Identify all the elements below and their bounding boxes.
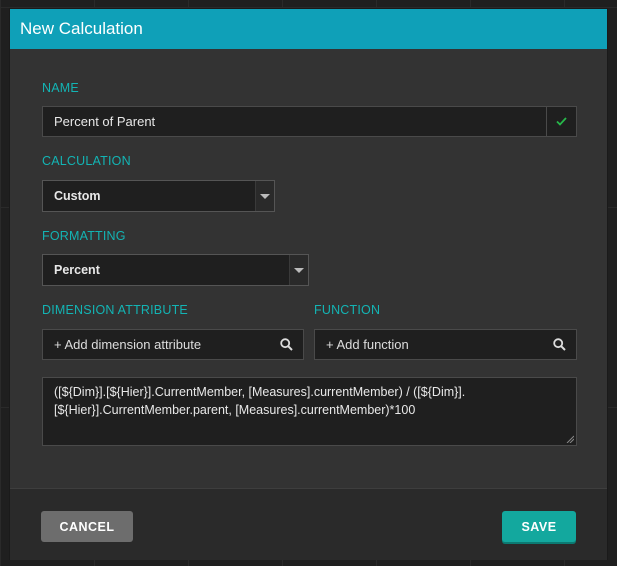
search-icon[interactable] [542,338,576,351]
dialog-title: New Calculation [20,19,143,38]
dimension-attribute-label: DIMENSION ATTRIBUTE [42,303,188,317]
name-value[interactable]: Percent of Parent [43,114,546,129]
dimension-attribute-placeholder[interactable]: + Add dimension attribute [43,337,269,352]
calculation-select[interactable]: Custom [42,180,275,212]
caret-down-icon[interactable] [289,255,308,285]
caret-down-icon[interactable] [255,181,274,211]
dialog-footer: CANCEL SAVE [10,488,607,560]
calculation-label: CALCULATION [42,154,131,168]
function-label: FUNCTION [314,303,381,317]
save-button[interactable]: SAVE [502,511,576,542]
search-icon[interactable] [269,338,303,351]
check-icon [546,107,576,136]
formatting-label: FORMATTING [42,229,126,243]
resize-grip-icon[interactable] [566,435,574,443]
name-label: NAME [42,81,79,95]
function-placeholder[interactable]: + Add function [315,337,542,352]
dialog-header: New Calculation [10,9,607,49]
name-field[interactable]: Percent of Parent [42,106,577,137]
calculation-selected: Custom [54,189,101,203]
dimension-attribute-search[interactable]: + Add dimension attribute [42,329,304,360]
formula-line: ([${Dim}].[${Hier}].CurrentMember, [Meas… [54,385,466,399]
formatting-selected: Percent [54,263,100,277]
new-calculation-dialog: New Calculation NAME Percent of Parent C… [9,8,608,560]
formula-textarea[interactable]: ([${Dim}].[${Hier}].CurrentMember, [Meas… [42,377,577,446]
formula-line: [${Hier}].CurrentMember.parent, [Measure… [54,403,416,417]
formatting-select[interactable]: Percent [42,254,309,286]
cancel-button[interactable]: CANCEL [41,511,133,542]
function-search[interactable]: + Add function [314,329,577,360]
